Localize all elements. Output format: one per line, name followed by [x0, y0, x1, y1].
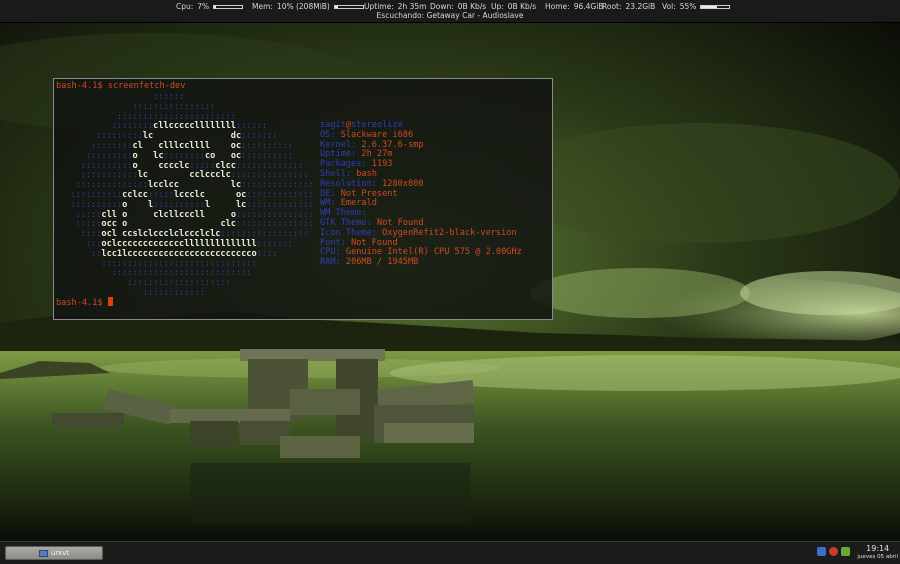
info-key: RAM:: [320, 257, 341, 268]
root-value: 23.2GiB: [625, 2, 656, 11]
clock-time: 19:14: [866, 544, 890, 553]
user-name: sagit: [320, 120, 346, 130]
distro-ascii-logo: :::::: :::::::::::::::: ::::::::::::::::…: [60, 92, 313, 299]
top-status-bar: Cpu: 7% Mem: 10% (208MiB) Uptime: 2h 35m…: [0, 0, 900, 23]
home-label: Home:: [545, 2, 570, 11]
info-value: Not Found: [376, 217, 424, 228]
info-key: WM:: [320, 198, 336, 209]
info-value: Not Present: [340, 188, 398, 199]
taskbar: urxvt 19:14 jueves 05 abril: [0, 541, 900, 564]
system-info-list: sagit@stereolize OS: Slackware i686 Kerne…: [320, 120, 522, 268]
volume-meter[interactable]: [700, 4, 731, 9]
down-label: Down:: [430, 2, 454, 11]
info-key: DE:: [320, 188, 336, 199]
down-value: 0B Kb/s: [457, 2, 487, 11]
mem-label: Mem:: [252, 2, 273, 11]
up-value: 0B Kb/s: [507, 2, 537, 11]
info-value: 2h 27m: [361, 149, 393, 160]
volume-monitor[interactable]: Vol: 55%: [662, 2, 731, 11]
cpu-value: 7%: [197, 2, 210, 11]
net-down-monitor: Down: 0B Kb/s: [430, 2, 486, 11]
command-text: screenfetch-dev: [107, 81, 186, 91]
info-value: OxygenRefit2-black-version: [382, 227, 517, 238]
uptime-label: Uptime:: [364, 2, 394, 11]
info-value: 2.6.37.6-smp: [361, 139, 424, 150]
taskbar-item-label: urxvt: [50, 549, 70, 557]
info-value: 1193: [371, 159, 393, 170]
info-key: GTK Theme:: [320, 217, 372, 228]
info-key: Packages:: [320, 159, 367, 170]
net-up-monitor: Up: 0B Kb/s: [491, 2, 536, 11]
cpu-meter: [213, 4, 244, 9]
info-key: Resolution:: [320, 178, 377, 189]
info-key: Icon Theme:: [320, 227, 377, 238]
info-key: Shell:: [320, 168, 352, 179]
taskbar-item-urxvt[interactable]: urxvt: [5, 546, 103, 560]
host-name: stereolize: [351, 120, 403, 130]
info-key: WM Theme:: [320, 208, 367, 219]
info-value: Not Found: [351, 237, 398, 248]
home-value: 96.4GiB: [573, 2, 604, 11]
uptime-monitor: Uptime: 2h 35m: [364, 2, 427, 11]
warning-icon[interactable]: [829, 547, 838, 556]
vol-value: 55%: [679, 2, 697, 11]
cpu-monitor: Cpu: 7%: [176, 2, 244, 11]
vol-label: Vol:: [662, 2, 676, 11]
text-cursor: [107, 297, 113, 306]
active-prompt-text: bash-4.1$: [56, 298, 103, 308]
mem-monitor: Mem: 10% (208MiB): [252, 2, 364, 11]
command-line: bash-4.1$ screenfetch-dev: [56, 81, 186, 92]
root-disk-monitor: Root: 23.2GiB: [602, 2, 655, 11]
info-value: Emerald: [340, 198, 377, 209]
mem-value: 10% (208MiB): [276, 2, 330, 11]
now-playing-track: Getaway Car - Audioslave: [426, 11, 524, 20]
info-key: Uptime:: [320, 149, 357, 160]
terminal-icon: [38, 549, 48, 557]
info-value: 206MB / 1945MB: [345, 257, 419, 268]
root-label: Root:: [602, 2, 622, 11]
info-key: Kernel:: [320, 139, 357, 150]
network-icon[interactable]: [817, 547, 826, 556]
system-tray: [817, 547, 850, 556]
home-disk-monitor: Home: 96.4GiB: [545, 2, 603, 11]
clock-date: jueves 05 abril: [857, 554, 898, 560]
terminal-window[interactable]: bash-4.1$ screenfetch-dev :::::: :::::::…: [53, 78, 553, 320]
info-key: OS:: [320, 129, 336, 140]
info-value: 1280x800: [382, 178, 424, 189]
uptime-value: 2h 35m: [397, 2, 427, 11]
up-label: Up:: [491, 2, 504, 11]
now-playing: Escuchando: Getaway Car - Audioslave: [0, 11, 900, 20]
active-prompt[interactable]: bash-4.1$: [56, 297, 113, 309]
info-value: Genuine Intel(R) CPU 575 @ 2.00GHz: [345, 247, 522, 258]
update-icon[interactable]: [841, 547, 850, 556]
prompt-text: bash-4.1$: [56, 81, 103, 91]
cpu-label: Cpu:: [176, 2, 194, 11]
info-row: RAM: 206MB / 1945MB: [320, 257, 522, 268]
mem-meter: [333, 4, 364, 9]
info-key: CPU:: [320, 247, 341, 258]
now-playing-label: Escuchando:: [376, 11, 425, 20]
info-value: Slackware i686: [340, 129, 414, 140]
clock[interactable]: 19:14 jueves 05 abril: [857, 544, 898, 561]
info-key: Font:: [320, 237, 346, 248]
info-value: bash: [356, 168, 377, 179]
